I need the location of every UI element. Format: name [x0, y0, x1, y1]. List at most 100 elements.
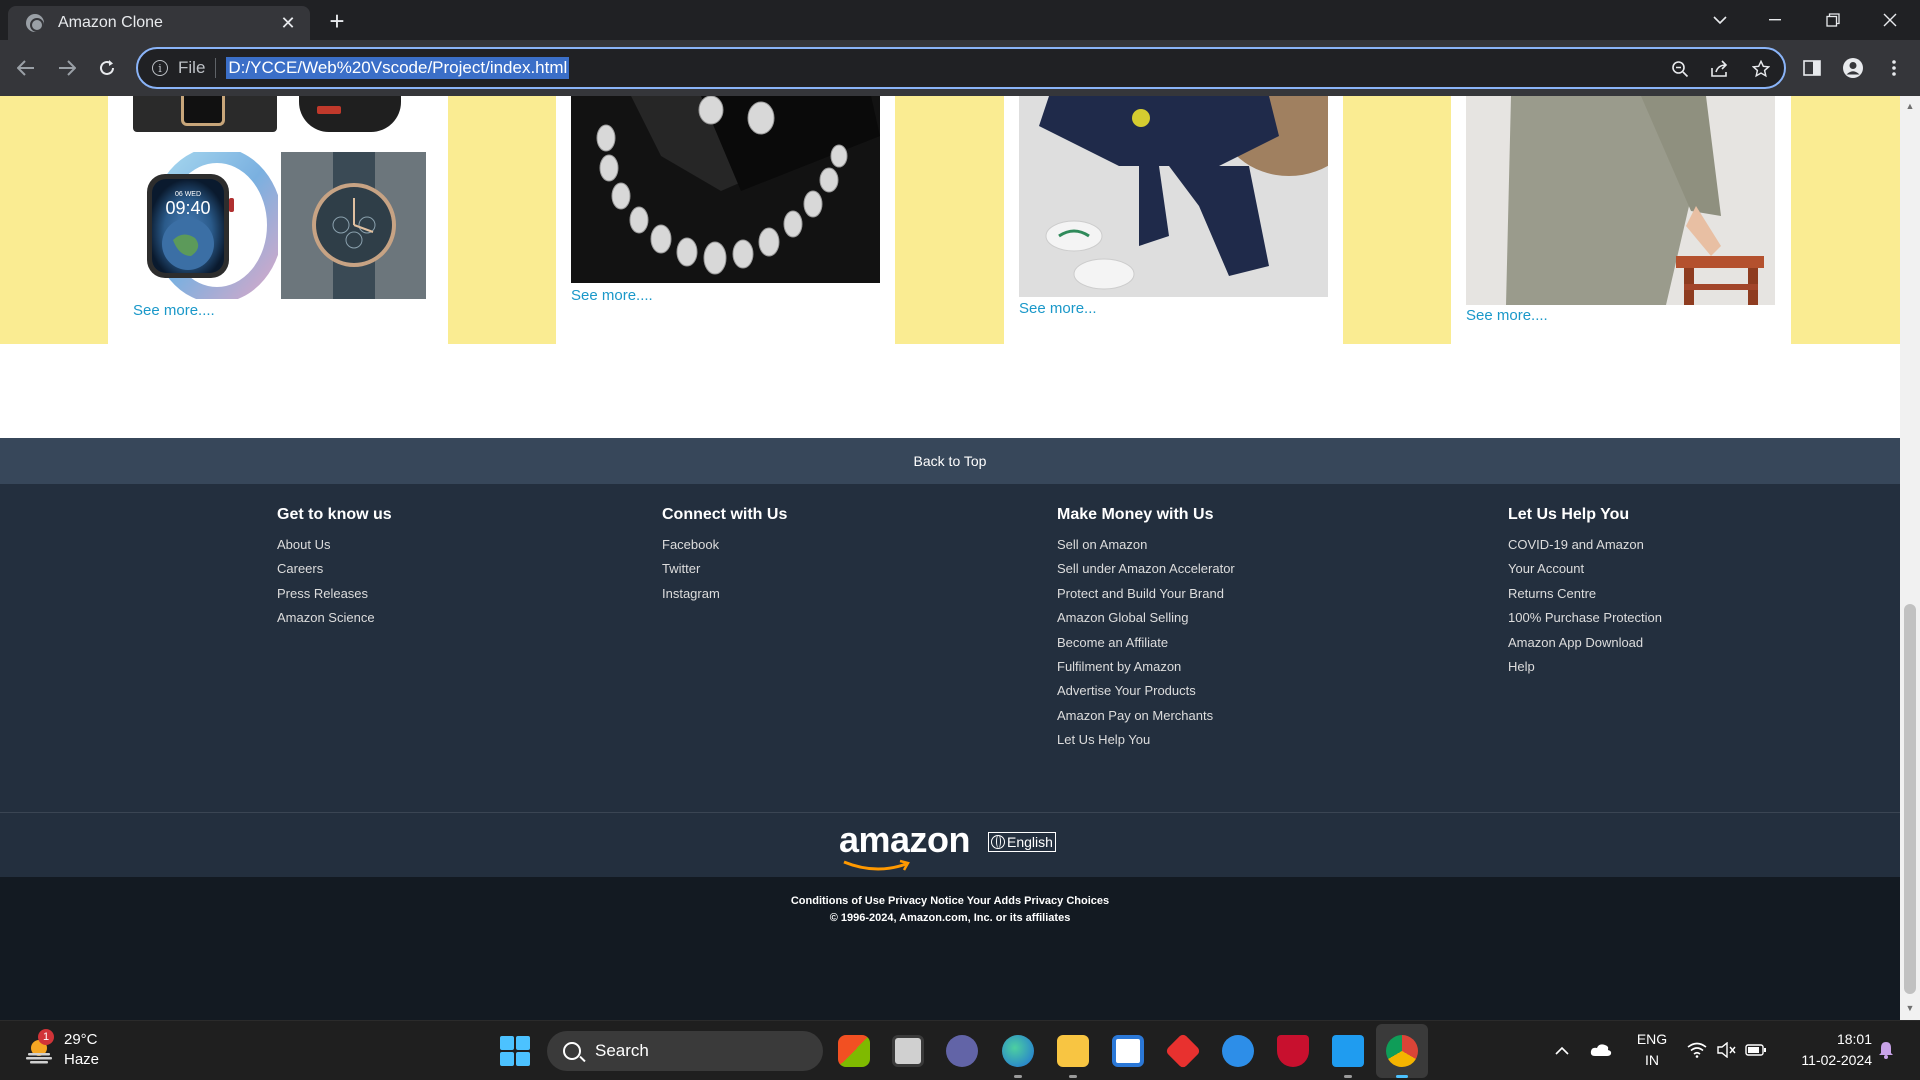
- footer-link-twitter[interactable]: Twitter: [662, 557, 787, 581]
- side-panel-icon[interactable]: [1798, 54, 1826, 82]
- clock-time[interactable]: 18:01: [1776, 1031, 1872, 1047]
- see-more-link-jewellery[interactable]: See more....: [571, 287, 653, 304]
- language-indicator-top[interactable]: ENG: [1634, 1031, 1670, 1047]
- product-image-smartwatch[interactable]: [299, 96, 401, 132]
- scroll-up-arrow-icon[interactable]: ▲: [1904, 100, 1916, 112]
- amazon-smile-icon: [843, 859, 910, 871]
- copilot-app-icon[interactable]: [838, 1035, 870, 1067]
- product-image-analog-watch[interactable]: [281, 152, 426, 299]
- product-image-kids-outfit[interactable]: [1019, 96, 1328, 297]
- footer-column-heading: Get to know us: [277, 506, 392, 523]
- page-scrollbar[interactable]: ▲ ▼: [1900, 96, 1920, 1020]
- mcafee-icon[interactable]: [1277, 1035, 1309, 1067]
- weather-description[interactable]: Haze: [64, 1051, 99, 1068]
- weather-temperature[interactable]: 29°C: [64, 1031, 98, 1048]
- footer-link-about-us[interactable]: About Us: [277, 533, 392, 557]
- profile-avatar-icon[interactable]: [1839, 54, 1867, 82]
- task-view-icon[interactable]: [892, 1035, 924, 1067]
- footer-link-sell-on-amazon[interactable]: Sell on Amazon: [1057, 533, 1235, 557]
- url-text[interactable]: D:/YCCE/Web%20Vscode/Project/index.html: [226, 57, 570, 79]
- footer-link-affiliate[interactable]: Become an Affiliate: [1057, 631, 1235, 655]
- product-image-apple-watch[interactable]: 06 WED 09:40: [133, 147, 283, 303]
- wifi-icon[interactable]: [1686, 1039, 1708, 1061]
- footer-logo-bar: amazon English: [0, 813, 1900, 877]
- battery-icon[interactable]: [1745, 1039, 1767, 1061]
- restore-icon[interactable]: [1805, 0, 1861, 40]
- footer-link-protect-brand[interactable]: Protect and Build Your Brand: [1057, 582, 1235, 606]
- product-image-necklace[interactable]: [571, 96, 880, 283]
- scroll-down-arrow-icon[interactable]: ▼: [1904, 1002, 1916, 1014]
- footer-column-help: Let Us Help You COVID-19 and Amazon Your…: [1508, 506, 1662, 679]
- footer-column-get-to-know-us: Get to know us About Us Careers Press Re…: [277, 506, 392, 631]
- product-image-watch[interactable]: [133, 96, 277, 132]
- bookmark-star-icon[interactable]: [1750, 58, 1772, 80]
- see-more-link-watches[interactable]: See more....: [133, 302, 215, 319]
- back-arrow-icon[interactable]: [10, 52, 42, 84]
- close-tab-icon[interactable]: ✕: [274, 9, 302, 37]
- see-more-link-fashion[interactable]: See more....: [1466, 307, 1548, 324]
- taskbar-search[interactable]: Search: [547, 1031, 823, 1071]
- volume-muted-icon[interactable]: [1715, 1039, 1737, 1061]
- language-indicator-bottom[interactable]: IN: [1634, 1052, 1670, 1068]
- get-help-icon[interactable]: [1222, 1035, 1254, 1067]
- footer-link-your-account[interactable]: Your Account: [1508, 557, 1662, 581]
- footer-link-advertise[interactable]: Advertise Your Products: [1057, 679, 1235, 703]
- footer-link-let-us-help[interactable]: Let Us Help You: [1057, 728, 1235, 752]
- footer-column-heading: Make Money with Us: [1057, 506, 1214, 523]
- notification-bell-icon[interactable]: [1875, 1039, 1897, 1061]
- footer-link-returns[interactable]: Returns Centre: [1508, 582, 1662, 606]
- footer-legal-section: Conditions of Use Privacy Notice Your Ad…: [0, 877, 1900, 1020]
- minimize-icon[interactable]: [1747, 0, 1803, 40]
- tab-title: Amazon Clone: [58, 14, 163, 31]
- windows-start-icon[interactable]: [500, 1036, 530, 1066]
- new-tab-button[interactable]: +: [322, 6, 352, 36]
- teams-chat-icon[interactable]: [946, 1035, 978, 1067]
- footer-link-purchase-protection[interactable]: 100% Purchase Protection: [1508, 606, 1662, 630]
- site-info-icon[interactable]: i: [152, 60, 168, 76]
- file-explorer-icon[interactable]: [1057, 1035, 1089, 1067]
- footer-link-amazon-science[interactable]: Amazon Science: [277, 606, 392, 630]
- back-to-top-button[interactable]: Back to Top: [0, 438, 1900, 484]
- scrollbar-thumb[interactable]: [1904, 604, 1916, 994]
- language-selector-button[interactable]: English: [988, 832, 1056, 852]
- reload-icon[interactable]: [91, 52, 123, 84]
- see-more-link-kids[interactable]: See more...: [1019, 300, 1097, 317]
- show-hidden-icons-chevron-up-icon[interactable]: [1551, 1039, 1573, 1061]
- vscode-icon[interactable]: [1332, 1035, 1364, 1067]
- close-window-icon[interactable]: [1862, 0, 1918, 40]
- chrome-browser-icon[interactable]: [1386, 1035, 1418, 1067]
- address-bar[interactable]: i File D:/YCCE/Web%20Vscode/Project/inde…: [136, 47, 1786, 89]
- kebab-menu-icon[interactable]: [1880, 54, 1908, 82]
- footer-link-careers[interactable]: Careers: [277, 557, 392, 581]
- footer-link-amazon-accelerator[interactable]: Sell under Amazon Accelerator: [1057, 557, 1235, 581]
- forward-arrow-icon[interactable]: [51, 52, 83, 84]
- product-image-kurta[interactable]: [1466, 96, 1775, 305]
- footer-link-instagram[interactable]: Instagram: [662, 582, 787, 606]
- page-viewport: 06 WED 09:40 See more.... See more.... S…: [0, 96, 1900, 1020]
- footer-link-amazon-pay[interactable]: Amazon Pay on Merchants: [1057, 704, 1235, 728]
- clock-date[interactable]: 11-02-2024: [1776, 1052, 1872, 1068]
- search-label: Search: [595, 1041, 649, 1060]
- onedrive-cloud-icon[interactable]: [1590, 1039, 1612, 1061]
- zoom-icon[interactable]: [1669, 58, 1691, 80]
- anydesk-icon[interactable]: [1164, 1032, 1202, 1070]
- app-active-indicator: [1396, 1075, 1408, 1078]
- footer-link-app-download[interactable]: Amazon App Download: [1508, 631, 1662, 655]
- footer-link-fulfilment[interactable]: Fulfilment by Amazon: [1057, 655, 1235, 679]
- amazon-logo[interactable]: amazon: [839, 819, 971, 861]
- legal-links[interactable]: Conditions of Use Privacy Notice Your Ad…: [0, 895, 1900, 907]
- windows-taskbar: 1 29°C Haze Search ENG IN 18:01 11-02-20…: [0, 1020, 1920, 1080]
- footer-link-press-releases[interactable]: Press Releases: [277, 582, 392, 606]
- footer-link-covid[interactable]: COVID-19 and Amazon: [1508, 533, 1662, 557]
- footer-link-facebook[interactable]: Facebook: [662, 533, 787, 557]
- app-running-indicator: [1014, 1075, 1022, 1078]
- footer-link-help[interactable]: Help: [1508, 655, 1662, 679]
- footer-link-global-selling[interactable]: Amazon Global Selling: [1057, 606, 1235, 630]
- edge-browser-icon[interactable]: [1002, 1035, 1034, 1067]
- copyright-text: © 1996-2024, Amazon.com, Inc. or its aff…: [829, 912, 1071, 924]
- search-icon: [563, 1042, 581, 1060]
- microsoft-store-icon[interactable]: [1112, 1035, 1144, 1067]
- browser-tab[interactable]: Amazon Clone ✕: [8, 6, 310, 40]
- tab-search-icon[interactable]: [1692, 0, 1748, 40]
- share-icon[interactable]: [1709, 58, 1731, 80]
